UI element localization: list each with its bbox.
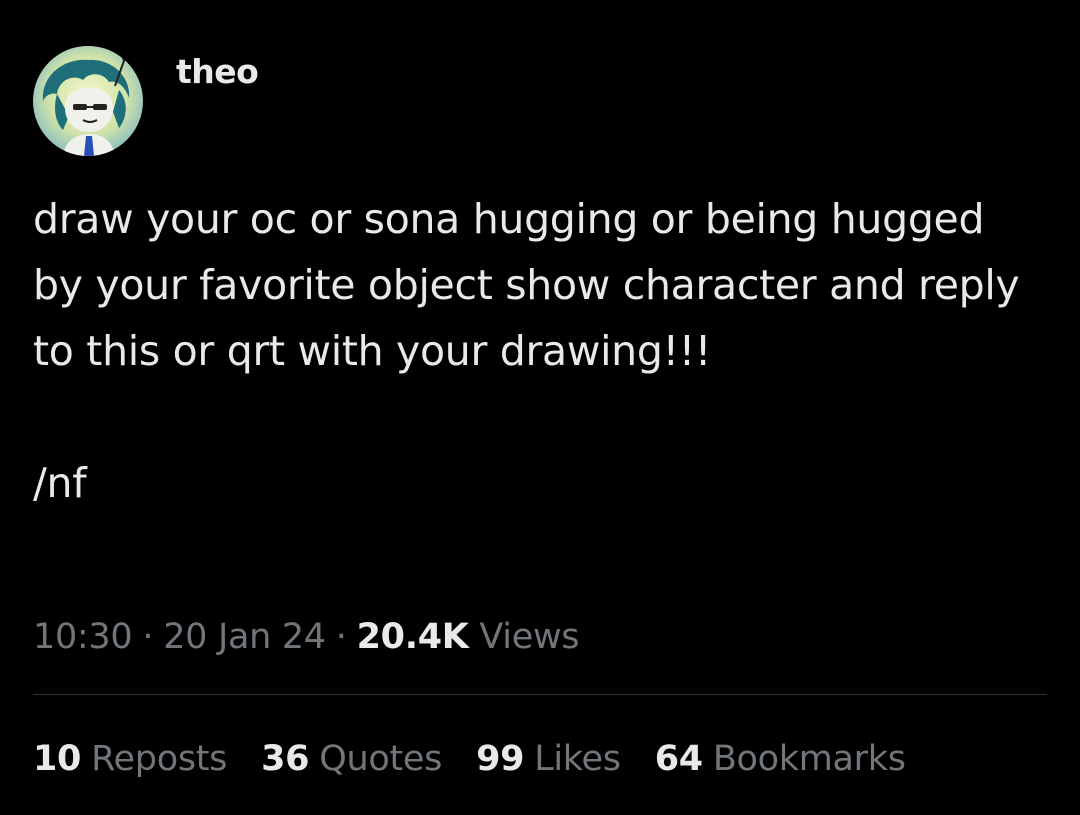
tweet-date[interactable]: 20 Jan 24 bbox=[163, 617, 326, 657]
reposts-count: 10 bbox=[33, 739, 82, 779]
likes-label: Likes bbox=[534, 739, 621, 779]
tweet-header: theo bbox=[33, 46, 259, 156]
reposts-stat[interactable]: 10 Reposts bbox=[33, 734, 227, 784]
quotes-stat[interactable]: 36 Quotes bbox=[261, 734, 442, 784]
bookmarks-count: 64 bbox=[654, 739, 703, 779]
separator-dot: · bbox=[335, 617, 347, 657]
tweet-detail: theo draw your oc or sona hugging or bei… bbox=[0, 0, 1080, 815]
reposts-label: Reposts bbox=[91, 739, 228, 779]
views-count: 20.4K bbox=[356, 617, 469, 657]
bookmarks-stat[interactable]: 64 Bookmarks bbox=[655, 734, 906, 784]
divider bbox=[33, 694, 1047, 695]
quotes-count: 36 bbox=[261, 739, 310, 779]
tweet-time[interactable]: 10:30 bbox=[33, 617, 133, 657]
tweet-text: draw your oc or sona hugging or being hu… bbox=[33, 186, 1043, 516]
avatar-icon bbox=[33, 46, 143, 156]
avatar[interactable] bbox=[33, 46, 143, 156]
likes-count: 99 bbox=[476, 739, 525, 779]
display-name[interactable]: theo bbox=[176, 52, 259, 91]
tweet-paragraph: /nf bbox=[33, 459, 87, 507]
views-label: Views bbox=[479, 617, 580, 657]
quotes-label: Quotes bbox=[319, 739, 443, 779]
tweet-meta: 10:30 · 20 Jan 24 · 20.4K Views bbox=[33, 613, 580, 661]
bookmarks-label: Bookmarks bbox=[712, 739, 906, 779]
tweet-paragraph: draw your oc or sona hugging or being hu… bbox=[33, 195, 1033, 375]
separator-dot: · bbox=[142, 617, 154, 657]
likes-stat[interactable]: 99 Likes bbox=[476, 734, 621, 784]
engagement-stats: 10 Reposts 36 Quotes 99 Likes 64 Bookmarks bbox=[33, 734, 940, 784]
